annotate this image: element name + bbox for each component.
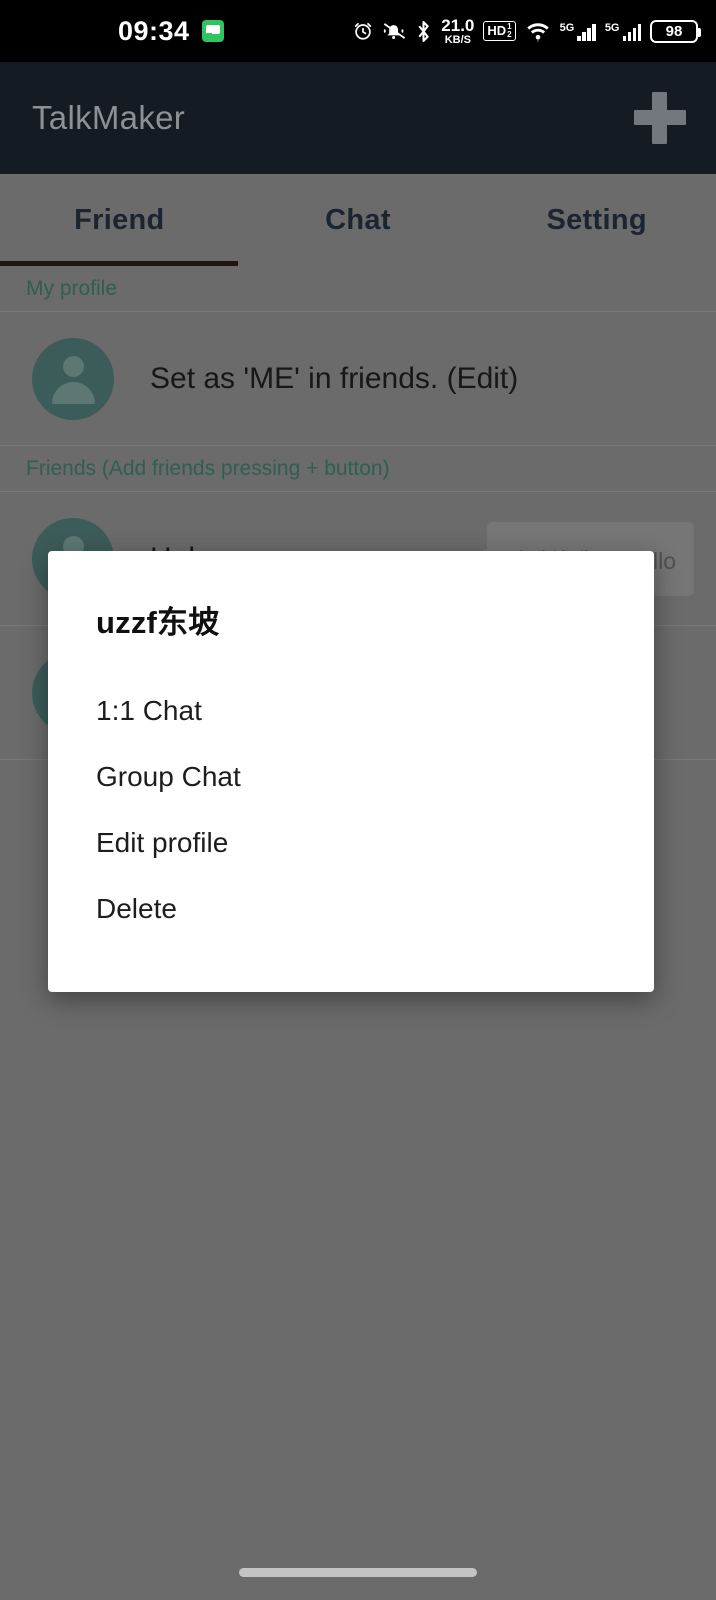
hd-denominator: 2	[507, 30, 512, 39]
hd-label: HD	[487, 23, 507, 39]
signal-bars	[577, 23, 596, 41]
dialog-title: uzzf东坡	[96, 605, 220, 640]
network-speed-indicator: 21.0 KB/S	[441, 17, 474, 46]
hd-fraction: 1 2	[507, 23, 511, 38]
friend-options-dialog: uzzf东坡 1:1 Chat Group Chat Edit profile …	[48, 551, 654, 992]
status-bar-right: 21.0 KB/S HD 1 2 5G 5G 98	[352, 17, 701, 46]
network-speed-value: 21.0	[441, 15, 475, 35]
message-icon	[201, 20, 224, 42]
dialog-item-edit-profile[interactable]: Edit profile	[48, 810, 654, 876]
mute-icon	[383, 20, 406, 42]
phone-screen: My profile Set as 'ME' in friends. (Edit…	[0, 0, 716, 1600]
signal-label: 5G	[559, 21, 575, 34]
battery-level: 98	[665, 22, 683, 40]
status-bar-clock: 09:34	[118, 15, 190, 46]
dialog-item-one-to-one-chat[interactable]: 1:1 Chat	[48, 678, 654, 744]
signal-5g-icon: 5G	[560, 22, 596, 41]
network-speed-unit: KB/S	[444, 33, 471, 46]
status-bar-left: 09:34	[118, 16, 224, 47]
alarm-icon	[352, 20, 374, 42]
home-gesture-bar[interactable]	[239, 1568, 477, 1577]
status-bar: 09:34 21.0 KB/S HD 1 2 5G 5G 98	[0, 0, 716, 62]
signal-label: 5G	[604, 21, 620, 34]
hd-voice-icon: HD 1 2	[483, 21, 516, 41]
battery-icon: 98	[650, 19, 701, 43]
dialog-item-group-chat[interactable]: Group Chat	[48, 744, 654, 810]
dialog-item-list: 1:1 Chat Group Chat Edit profile Delete	[48, 678, 654, 942]
signal-bars	[622, 23, 641, 41]
dialog-item-delete[interactable]: Delete	[48, 876, 654, 942]
wifi-icon	[525, 20, 551, 42]
bluetooth-icon	[415, 20, 432, 43]
signal-5g-icon-secondary: 5G	[605, 22, 641, 41]
